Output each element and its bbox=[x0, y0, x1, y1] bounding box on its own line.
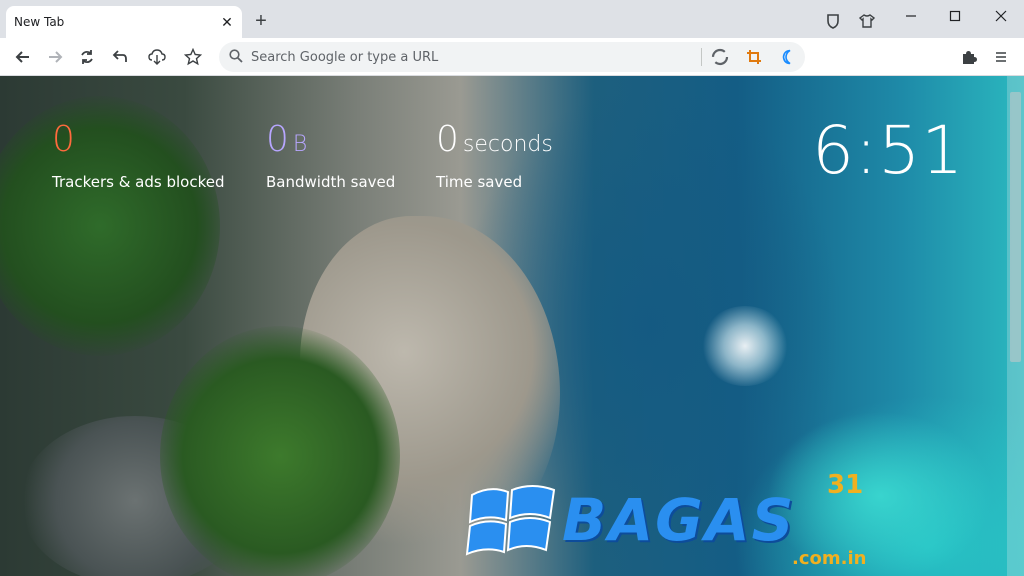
stat-label: Trackers & ads blocked bbox=[52, 173, 225, 191]
close-icon[interactable] bbox=[986, 6, 1016, 26]
tab-strip: New Tab ✕ + bbox=[0, 0, 1024, 38]
shield-icon[interactable] bbox=[823, 11, 843, 31]
watermark-domain: .com.in bbox=[792, 548, 867, 569]
reload-icon[interactable] bbox=[76, 46, 98, 68]
forward-icon[interactable] bbox=[44, 46, 66, 68]
stat-trackers-blocked: 0 Trackers & ads blocked bbox=[52, 119, 225, 192]
watermark-text: BAGAS bbox=[562, 486, 796, 554]
tab-close-icon[interactable]: ✕ bbox=[218, 13, 236, 31]
scrollbar[interactable] bbox=[1007, 76, 1024, 576]
star-icon[interactable] bbox=[182, 46, 204, 68]
stat-value: 0 bbox=[52, 119, 75, 160]
omnibox-divider bbox=[701, 48, 702, 66]
omnibox[interactable]: Search Google or type a URL bbox=[219, 42, 805, 72]
sync-icon[interactable] bbox=[711, 48, 729, 66]
download-icon[interactable] bbox=[146, 46, 168, 68]
windows-logo-icon bbox=[465, 485, 556, 556]
background-wave bbox=[700, 306, 790, 386]
minimize-icon[interactable] bbox=[896, 6, 926, 26]
new-tab-button[interactable]: + bbox=[250, 10, 272, 32]
tab-title: New Tab bbox=[14, 15, 65, 29]
stat-label: Bandwidth saved bbox=[266, 173, 396, 191]
scrollbar-thumb[interactable] bbox=[1010, 92, 1021, 362]
stat-time-saved: 0 seconds Time saved bbox=[436, 119, 553, 192]
background-forest bbox=[160, 326, 400, 576]
tab-new-tab[interactable]: New Tab ✕ bbox=[6, 6, 242, 38]
watermark-number: 31 bbox=[827, 470, 864, 500]
watermark-logo: BAGAS 31 .com.in bbox=[462, 470, 882, 576]
back-icon[interactable] bbox=[12, 46, 34, 68]
stat-value: 0 seconds bbox=[436, 119, 553, 160]
toolbar: Search Google or type a URL bbox=[0, 38, 1024, 76]
search-icon bbox=[229, 49, 243, 68]
clock: 6:51 bbox=[812, 112, 965, 189]
crop-icon[interactable] bbox=[745, 48, 763, 66]
undo-icon[interactable] bbox=[108, 46, 130, 68]
moon-icon[interactable] bbox=[779, 48, 797, 66]
puzzle-icon[interactable] bbox=[958, 46, 980, 68]
stat-bandwidth-saved: 0B Bandwidth saved bbox=[266, 119, 396, 192]
shirt-icon[interactable] bbox=[857, 11, 877, 31]
stat-value: 0B bbox=[266, 119, 308, 160]
new-tab-page: 0 Trackers & ads blocked 0B Bandwidth sa… bbox=[0, 76, 1024, 576]
search-input[interactable]: Search Google or type a URL bbox=[251, 50, 438, 65]
menu-icon[interactable] bbox=[990, 46, 1012, 68]
maximize-icon[interactable] bbox=[940, 6, 970, 26]
stat-label: Time saved bbox=[436, 173, 523, 191]
